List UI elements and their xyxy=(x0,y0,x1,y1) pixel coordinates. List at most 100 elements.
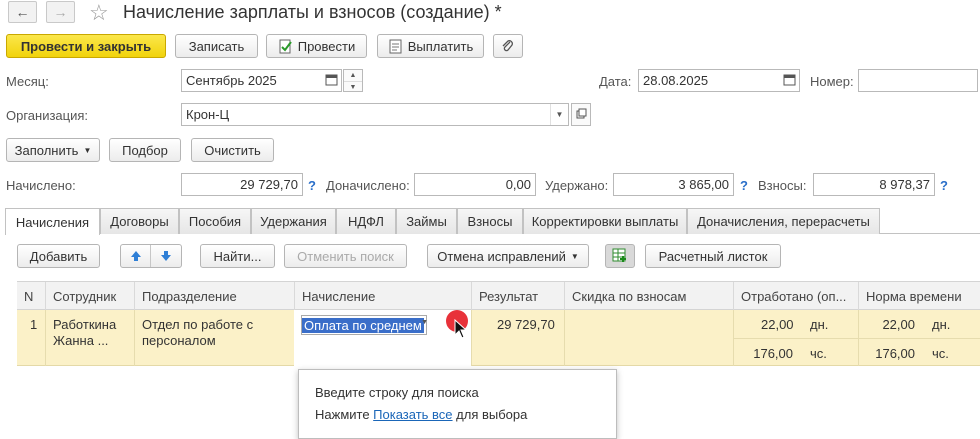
post-document-icon xyxy=(278,39,293,54)
column-header-employee[interactable]: Сотрудник xyxy=(45,282,134,310)
tab-deductions[interactable]: Удержания xyxy=(251,208,336,234)
popup-prefix: Нажмите xyxy=(315,407,374,422)
date-value: 28.08.2025 xyxy=(643,73,709,88)
organization-label: Организация: xyxy=(6,108,89,123)
show-all-link[interactable]: Показать все xyxy=(373,407,452,422)
column-header-n[interactable]: N xyxy=(17,282,45,310)
result-value: 29 729,70 xyxy=(497,317,555,332)
worked-days-unit: дн. xyxy=(810,317,829,332)
accrual-cell[interactable]: Оплата по среднем ▼ xyxy=(294,310,471,366)
column-header-time-norm[interactable]: Норма времени xyxy=(858,282,980,310)
norm-days-value: 22,00 xyxy=(882,317,915,332)
month-field[interactable]: Сентябрь 2025 xyxy=(181,69,342,92)
norm-hours-unit: чс. xyxy=(932,346,949,361)
column-header-result[interactable]: Результат xyxy=(471,282,564,310)
employee-name-line1: Работкина xyxy=(53,317,117,332)
move-buttons-group xyxy=(120,244,182,268)
column-header-accrual[interactable]: Начисление xyxy=(294,282,471,310)
table-settings-button[interactable] xyxy=(605,244,635,268)
tab-recalculations[interactable]: Доначисления, перерасчеты xyxy=(687,208,880,234)
month-value: Сентябрь 2025 xyxy=(186,73,277,88)
pay-button[interactable]: Выплатить xyxy=(377,34,484,58)
additional-field[interactable]: 0,00 xyxy=(414,173,536,196)
cancel-corrections-label: Отмена исправлений xyxy=(437,248,566,264)
withheld-help-icon[interactable]: ? xyxy=(740,178,748,193)
column-divider xyxy=(45,310,46,366)
open-organization-button[interactable] xyxy=(571,103,591,126)
accrued-field[interactable]: 29 729,70 xyxy=(181,173,303,196)
favorite-star-icon[interactable]: ☆ xyxy=(89,0,109,26)
number-label: Номер: xyxy=(810,74,854,89)
tab-contributions[interactable]: Взносы xyxy=(457,208,523,234)
norm-hours-value: 176,00 xyxy=(875,346,915,361)
worked-hours-value: 176,00 xyxy=(753,346,793,361)
forward-button[interactable]: → xyxy=(46,1,75,23)
tab-ndfl[interactable]: НДФЛ xyxy=(336,208,396,234)
open-window-icon xyxy=(576,107,587,122)
accrual-input[interactable]: Оплата по среднем ▼ xyxy=(301,315,428,335)
tab-loans[interactable]: Займы xyxy=(396,208,457,234)
pay-button-label: Выплатить xyxy=(407,38,474,54)
chevron-down-icon: ▼ xyxy=(570,251,579,261)
organization-field[interactable]: Крон-Ц ▼ xyxy=(181,103,569,126)
attach-button[interactable] xyxy=(493,34,523,58)
date-label: Дата: xyxy=(599,74,632,89)
select-button[interactable]: Подбор xyxy=(109,138,181,162)
popup-suffix: для выбора xyxy=(452,407,528,422)
popup-show-all-line: Нажмите Показать все для выбора xyxy=(315,407,527,422)
stepper-up-icon[interactable]: ▲ xyxy=(344,70,362,81)
department-line1: Отдел по работе с xyxy=(142,317,254,332)
contributions-field[interactable]: 8 978,37 xyxy=(813,173,935,196)
post-button[interactable]: Провести xyxy=(266,34,367,58)
tab-benefits[interactable]: Пособия xyxy=(179,208,251,234)
accrued-help-icon[interactable]: ? xyxy=(308,178,316,193)
withheld-field[interactable]: 3 865,00 xyxy=(613,173,734,196)
add-row-button[interactable]: Добавить xyxy=(17,244,100,268)
table-row[interactable]: 1 Работкина Жанна ... Отдел по работе с … xyxy=(17,310,980,366)
chevron-down-icon[interactable]: ▼ xyxy=(550,104,568,125)
column-header-worked[interactable]: Отработано (оп... xyxy=(733,282,858,310)
search-dropdown-popup: Введите строку для поиска Нажмите Показа… xyxy=(298,369,617,439)
date-field[interactable]: 28.08.2025 xyxy=(638,69,800,92)
fill-button[interactable]: Заполнить ▼ xyxy=(6,138,100,162)
find-button[interactable]: Найти... xyxy=(200,244,275,268)
tab-contracts[interactable]: Договоры xyxy=(100,208,179,234)
worked-days-value: 22,00 xyxy=(761,317,794,332)
paperclip-icon xyxy=(501,39,515,53)
calendar-icon[interactable] xyxy=(325,73,338,89)
norm-days-unit: дн. xyxy=(932,317,951,332)
cancel-corrections-button[interactable]: Отмена исправлений ▼ xyxy=(427,244,589,268)
back-button[interactable]: ← xyxy=(8,1,37,23)
additional-label: Доначислено: xyxy=(326,178,410,193)
tab-accruals[interactable]: Начисления xyxy=(5,208,100,235)
clear-button[interactable]: Очистить xyxy=(191,138,274,162)
calendar-icon[interactable] xyxy=(783,73,796,89)
arrow-up-icon[interactable] xyxy=(121,245,151,267)
employee-name-line2: Жанна ... xyxy=(53,333,109,348)
chevron-down-icon[interactable]: ▼ xyxy=(421,319,428,326)
cancel-search-button[interactable]: Отменить поиск xyxy=(284,244,407,268)
stepper-down-icon[interactable]: ▼ xyxy=(344,81,362,92)
department-line2: персоналом xyxy=(142,333,216,348)
column-header-department[interactable]: Подразделение xyxy=(134,282,294,310)
column-header-contribution-discount[interactable]: Скидка по взносам xyxy=(564,282,733,310)
arrow-down-icon[interactable] xyxy=(151,245,181,267)
popup-hint: Введите строку для поиска xyxy=(315,385,479,400)
withheld-label: Удержано: xyxy=(545,178,609,193)
table-header: N Сотрудник Подразделение Начисление Рез… xyxy=(17,281,980,310)
payslip-button[interactable]: Расчетный листок xyxy=(645,244,781,268)
row-number: 1 xyxy=(30,317,38,332)
worked-hours-unit: чс. xyxy=(810,346,827,361)
chevron-down-icon: ▼ xyxy=(83,145,92,155)
contributions-help-icon[interactable]: ? xyxy=(940,178,948,193)
number-field[interactable] xyxy=(858,69,978,92)
accrued-label: Начислено: xyxy=(6,178,76,193)
arrow-left-icon: ← xyxy=(15,4,30,20)
row-divider xyxy=(733,338,980,339)
table-add-icon xyxy=(612,248,628,265)
save-button[interactable]: Записать xyxy=(175,34,258,58)
post-and-close-button[interactable]: Провести и закрыть xyxy=(6,34,166,58)
column-divider xyxy=(564,310,565,366)
month-stepper[interactable]: ▲ ▼ xyxy=(343,69,363,92)
tab-payment-corrections[interactable]: Корректировки выплаты xyxy=(523,208,687,234)
